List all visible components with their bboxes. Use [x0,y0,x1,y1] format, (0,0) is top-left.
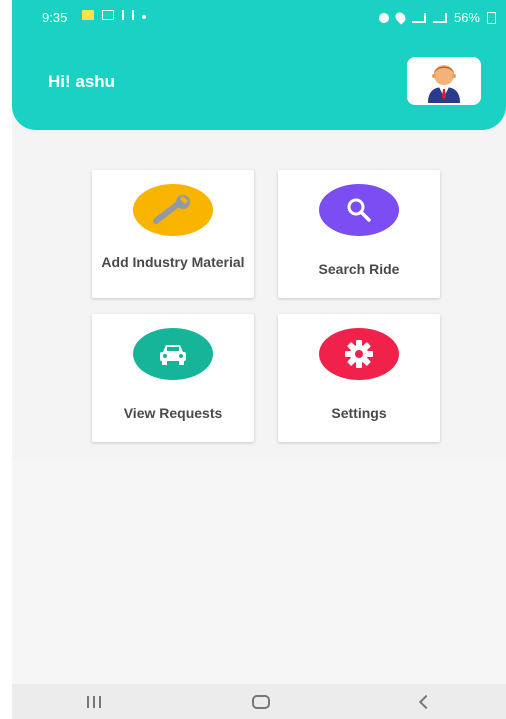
more-dot-icon [142,14,146,19]
status-right-icons: 56% [378,10,496,25]
system-nav-bar [12,684,506,719]
tile-view-requests[interactable]: View Requests [92,314,254,442]
home-icon[interactable] [251,694,270,709]
tile-icon-circle [319,184,399,236]
tile-label: View Requests [123,405,223,421]
tile-search-ride[interactable]: Search Ride [278,170,440,298]
tile-label: Add Industry Material [101,254,245,270]
tile-settings[interactable]: Settings [278,314,440,442]
signal-icon [411,12,426,23]
back-icon[interactable] [418,694,433,709]
status-bar: 9:35 56% [12,8,506,30]
tile-label: Search Ride [318,261,400,277]
phone-screen: 9:35 56% Hi! ashu Add Industry Material … [12,0,506,719]
tile-add-industry-material[interactable]: Add Industry Material [92,170,254,298]
gallery-icon [102,10,114,20]
wrench-icon [153,195,190,224]
status-left-icons [82,10,146,20]
empty-content-area [12,460,506,684]
battery-percent: 56% [453,10,480,25]
tile-label: Settings [331,405,387,421]
data-usage-icon [122,10,134,20]
app-header: 9:35 56% Hi! ashu [12,0,506,130]
tile-icon-circle [319,328,399,380]
businessman-avatar-icon [428,65,460,103]
car-icon [160,345,186,365]
gear-icon [345,340,373,368]
battery-icon [487,11,496,24]
tile-icon-circle [133,184,213,236]
recent-apps-icon[interactable] [87,695,102,708]
alarm-icon [378,12,389,23]
search-icon [347,198,371,222]
greeting-text: Hi! ashu [48,72,116,91]
location-icon [393,10,408,25]
status-time: 9:35 [42,10,68,25]
profile-avatar[interactable] [407,57,481,105]
notification-icon [82,10,94,20]
tile-icon-circle [133,328,213,380]
signal-icon [432,12,447,23]
